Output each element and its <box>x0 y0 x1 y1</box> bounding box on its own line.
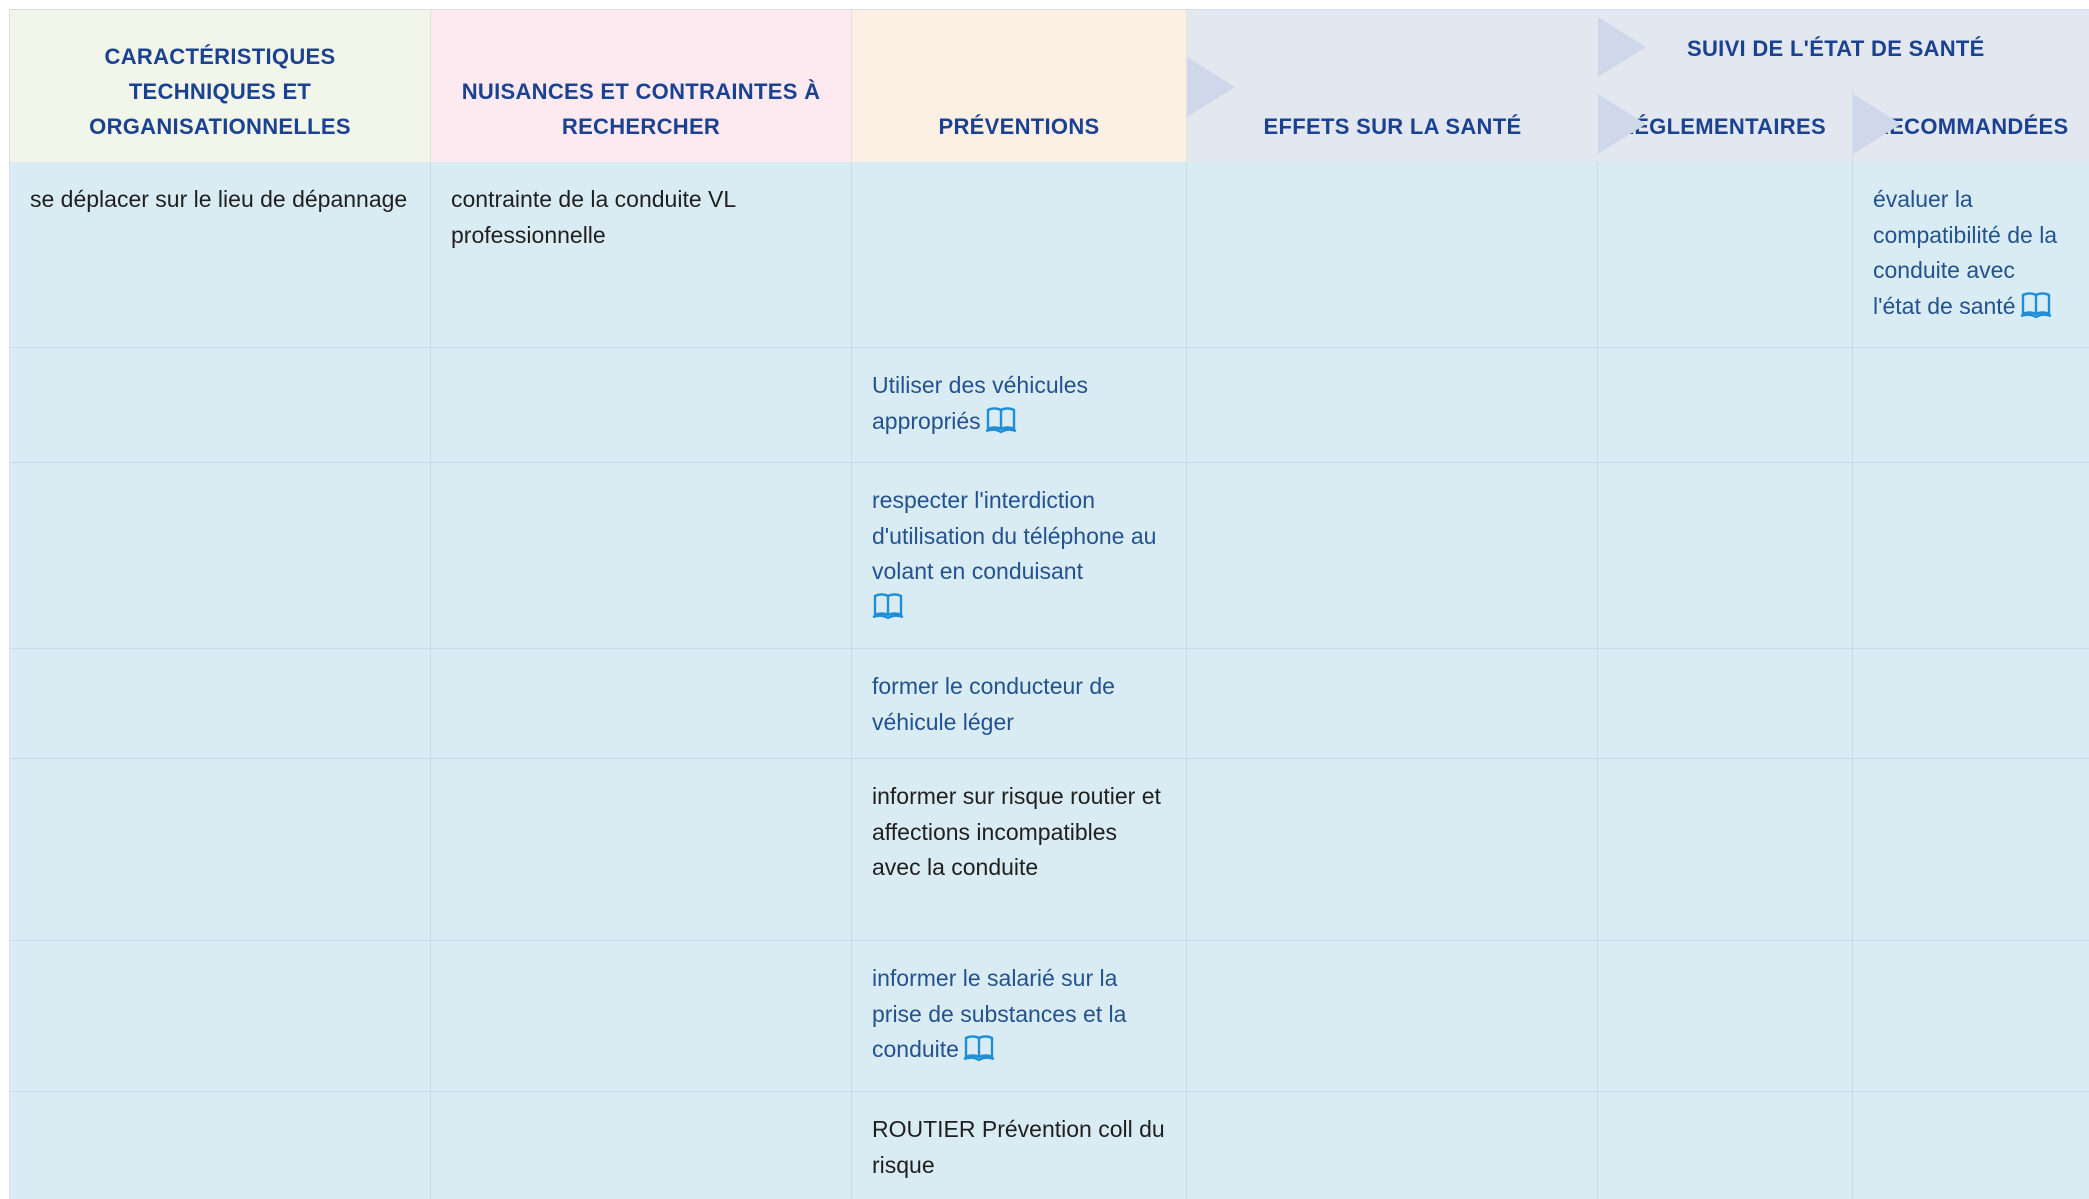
table-row-7-nuisance <box>431 1092 852 1199</box>
table-row-1-caracteristique: se déplacer sur le lieu de dépannage <box>10 162 431 348</box>
table-row-5-prevention: informer sur risque routier et affection… <box>852 759 1187 941</box>
book-icon[interactable] <box>872 590 904 622</box>
table-row-3-effets <box>1187 463 1598 649</box>
table-row-6-nuisance <box>431 941 852 1092</box>
table-row-4-effets <box>1187 649 1598 759</box>
header-preventions-label: PRÉVENTIONS <box>938 114 1100 139</box>
header-effets: EFFETS SUR LA SANTÉ <box>1187 10 1598 162</box>
table-row-5-caracteristique <box>10 759 431 941</box>
table-row-5-recommandees <box>1853 759 2089 941</box>
header-nuisances-label: NUISANCES ET CONTRAINTES À RECHERCHER <box>461 79 821 139</box>
cell-text: ROUTIER Prévention coll du risque <box>872 1116 1165 1178</box>
table-row-2-prevention[interactable]: Utiliser des véhicules appropriés <box>852 348 1187 463</box>
prevention-link[interactable]: informer le salarié sur la prise de subs… <box>872 965 1126 1062</box>
table-row-7-prevention: ROUTIER Prévention coll du risque <box>852 1092 1187 1199</box>
table-row-7-caracteristique <box>10 1092 431 1199</box>
table-row-1-nuisance: contrainte de la conduite VL professionn… <box>431 162 852 348</box>
arrow-marker-icon <box>1598 94 1646 154</box>
book-icon[interactable] <box>985 404 1017 436</box>
table-row-2-reglementaires <box>1598 348 1853 463</box>
table-row-6-recommandees <box>1853 941 2089 1092</box>
header-nuisances: NUISANCES ET CONTRAINTES À RECHERCHER <box>431 10 852 162</box>
table-row-1-reglementaires <box>1598 162 1853 348</box>
table-row-4-recommandees <box>1853 649 2089 759</box>
header-effets-label: EFFETS SUR LA SANTÉ <box>1263 114 1522 139</box>
table-row-4-reglementaires <box>1598 649 1853 759</box>
table-row-3-recommandees <box>1853 463 2089 649</box>
table-row-6-effets <box>1187 941 1598 1092</box>
table-row-1-recommandees[interactable]: évaluer la compatibilité de la conduite … <box>1853 162 2089 348</box>
table-row-2-caracteristique <box>10 348 431 463</box>
table-row-4-nuisance <box>431 649 852 759</box>
book-icon[interactable] <box>2020 289 2052 321</box>
table-row-1-prevention <box>852 162 1187 348</box>
table-row-6-reglementaires <box>1598 941 1853 1092</box>
header-suivi-group: SUIVI DE L'ÉTAT DE SANTÉ <box>1598 10 2089 86</box>
header-caracteristiques-label: CARACTÉRISTIQUES TECHNIQUES ET ORGANISAT… <box>89 44 351 139</box>
table-row-4-caracteristique <box>10 649 431 759</box>
prevention-link[interactable]: Utiliser des véhicules appropriés <box>872 372 1088 434</box>
prevention-link[interactable]: respecter l'interdiction d'utilisation d… <box>872 487 1156 584</box>
header-recommandees-label: RECOMMANDÉES <box>1873 114 2069 139</box>
table-row-3-nuisance <box>431 463 852 649</box>
table-row-3-caracteristique <box>10 463 431 649</box>
table-row-7-recommandees <box>1853 1092 2089 1199</box>
arrow-marker-icon <box>1187 57 1235 117</box>
table-row-1-effets <box>1187 162 1598 348</box>
table-row-5-effets <box>1187 759 1598 941</box>
table-row-6-prevention[interactable]: informer le salarié sur la prise de subs… <box>852 941 1187 1092</box>
table-row-3-reglementaires <box>1598 463 1853 649</box>
book-icon[interactable] <box>963 1032 995 1064</box>
cell-text: se déplacer sur le lieu de dépannage <box>30 186 408 212</box>
table-row-7-reglementaires <box>1598 1092 1853 1199</box>
header-reglementaires-label: RÉGLEMENTAIRES <box>1618 114 1826 139</box>
table-row-5-nuisance <box>431 759 852 941</box>
header-preventions: PRÉVENTIONS <box>852 10 1187 162</box>
arrow-marker-icon <box>1853 94 1901 154</box>
header-caracteristiques: CARACTÉRISTIQUES TECHNIQUES ET ORGANISAT… <box>10 10 431 162</box>
table-row-5-reglementaires <box>1598 759 1853 941</box>
arrow-marker-icon <box>1598 17 1646 77</box>
table-row-2-recommandees <box>1853 348 2089 463</box>
risk-table: CARACTÉRISTIQUES TECHNIQUES ET ORGANISAT… <box>9 9 2089 1199</box>
prevention-link[interactable]: former le conducteur de véhicule léger <box>872 673 1115 735</box>
table-row-7-effets <box>1187 1092 1598 1199</box>
cell-text: informer sur risque routier et affection… <box>872 783 1161 880</box>
header-suivi-label: SUIVI DE L'ÉTAT DE SANTÉ <box>1687 36 1985 61</box>
table-row-2-effets <box>1187 348 1598 463</box>
table-row-6-caracteristique <box>10 941 431 1092</box>
table-row-3-prevention[interactable]: respecter l'interdiction d'utilisation d… <box>852 463 1187 649</box>
table-row-2-nuisance <box>431 348 852 463</box>
cell-text: contrainte de la conduite VL professionn… <box>451 186 736 248</box>
table-row-4-prevention[interactable]: former le conducteur de véhicule léger <box>852 649 1187 759</box>
